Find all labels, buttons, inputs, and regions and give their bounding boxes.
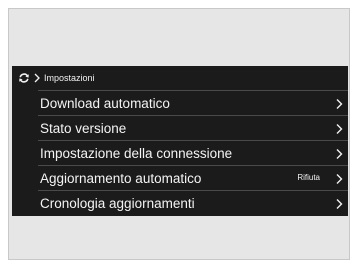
menu-item-value: Rifiuta [297,173,320,182]
chevron-right-icon [334,122,344,134]
breadcrumb: Impostazioni [18,70,95,86]
menu-item-label: Stato versione [40,120,127,136]
chevron-right-icon [334,172,344,184]
chevron-right-icon [334,97,344,109]
menu-item-label: Download automatico [40,95,170,111]
menu-item-aggiornamento-automatico[interactable]: Aggiornamento automatico Rifiuta [38,165,348,190]
menu-item-stato-versione[interactable]: Stato versione [38,115,348,140]
chevron-right-icon [334,197,344,209]
settings-menu: Download automatico Stato versione Impos… [38,90,348,215]
menu-item-label: Impostazione della connessione [40,145,233,161]
breadcrumb-label: Impostazioni [44,73,95,83]
refresh-icon[interactable] [18,72,30,84]
settings-screen: Impostazioni Download automatico Stato v… [12,66,348,216]
chevron-right-icon [334,147,344,159]
menu-item-impostazione-connessione[interactable]: Impostazione della connessione [38,140,348,165]
menu-item-download-automatico[interactable]: Download automatico [38,90,348,115]
menu-item-label: Cronologia aggiornamenti [40,195,195,211]
menu-item-label: Aggiornamento automatico [40,170,202,186]
chevron-right-icon [33,73,41,83]
menu-item-cronologia-aggiornamenti[interactable]: Cronologia aggiornamenti [38,190,348,215]
